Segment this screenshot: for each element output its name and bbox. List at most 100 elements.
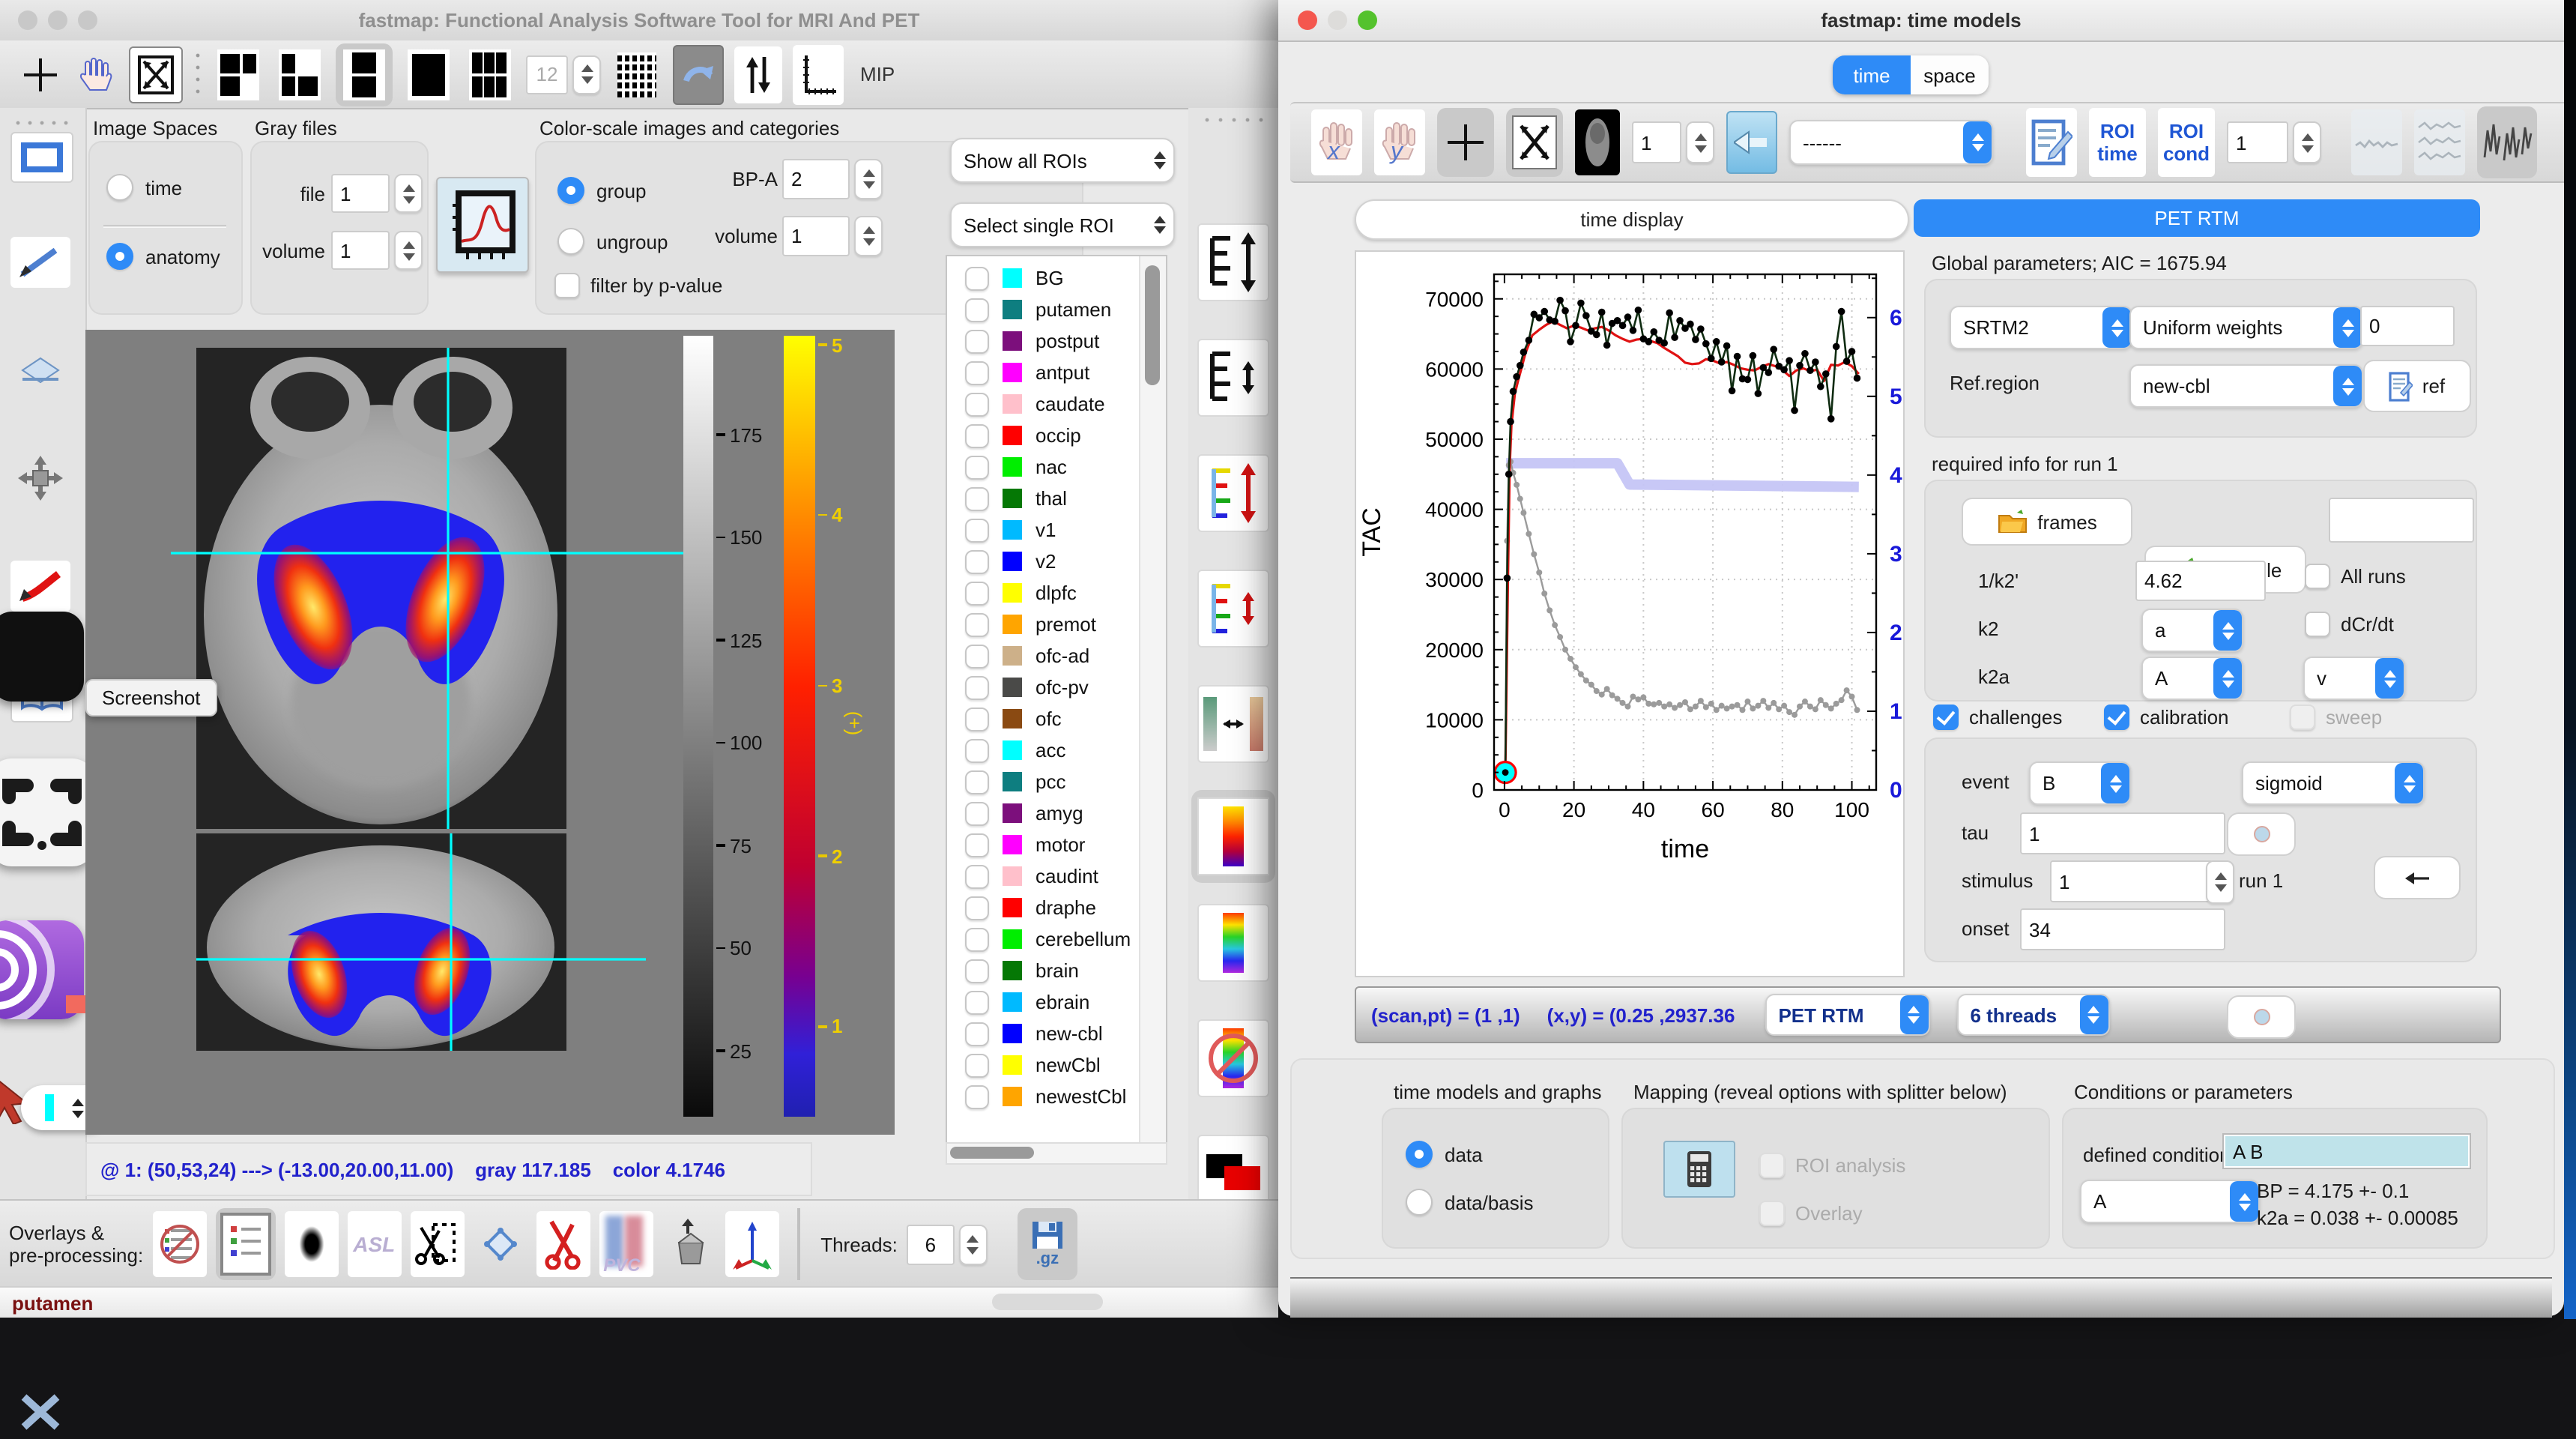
cut-roi-button[interactable] [536,1211,590,1277]
hand-x-tool-button[interactable]: x [1311,109,1362,175]
overlay-checkbox[interactable] [1759,1201,1785,1226]
edit-notes-button[interactable] [2026,108,2077,177]
roi-list-item[interactable]: brain [947,955,1139,986]
hot-colormap-button-selected[interactable] [1191,790,1275,883]
run-spinner[interactable]: 1 [2227,121,2321,163]
v-select[interactable]: v [2303,657,2405,700]
scan-spinner[interactable]: 1 [1632,121,1714,163]
polygon-roi-button[interactable] [473,1211,527,1277]
crosshair-tool-button[interactable] [18,49,63,100]
montage-grid-button[interactable] [611,44,662,104]
roi-list-item[interactable]: new-cbl [947,1018,1139,1049]
image-display-panel[interactable]: 175150125100755025 54321 (+) [85,330,895,1135]
axes-plot-button[interactable] [793,44,844,104]
stimulus-field[interactable]: 1 [2050,860,2213,902]
scan-stepper[interactable] [1686,121,1714,163]
tac-chart[interactable]: 0204060801000100002000030000400005000060… [1356,252,1903,976]
roi-visibility-checkbox[interactable] [965,801,989,825]
time-models-titlebar[interactable]: fastmap: time models [1278,0,2564,42]
delete-roi-button[interactable] [10,1385,70,1439]
grayscale-colorbar[interactable] [683,336,713,1117]
stimulus-stepper[interactable] [2206,860,2234,904]
paintbrush-tool-button[interactable] [10,237,70,288]
roi-list-item[interactable]: newestCbl [947,1081,1139,1112]
roi-list-item[interactable]: BG [947,262,1139,294]
crosshair-tool-button[interactable] [1437,108,1494,177]
tau-field[interactable]: 1 [2020,812,2225,854]
roi-visibility-checkbox[interactable] [965,770,989,794]
time-display-tab[interactable]: time display [1355,199,1909,240]
roi-list-item[interactable]: ofc-pv [947,672,1139,703]
roi-visibility-checkbox[interactable] [965,738,989,762]
color-range-small-button[interactable] [1199,571,1268,646]
brain-slices-canvas[interactable] [85,330,895,1135]
tab-space[interactable]: space [1911,55,1989,94]
swap-colorbars-button[interactable] [1199,687,1268,761]
roi-visibility-checkbox[interactable] [965,959,989,983]
layers-tool-button[interactable] [10,345,70,396]
roi-cond-button[interactable]: ROI cond [2158,108,2215,177]
roi-visibility-checkbox[interactable] [965,864,989,888]
roi-list-item[interactable]: v2 [947,546,1139,577]
smoothing-button[interactable] [284,1211,338,1277]
anatomy-space-radio[interactable] [106,243,133,270]
color-range-full-button[interactable] [1199,456,1268,531]
threads-value[interactable]: 6 [907,1224,955,1264]
overlay-list-button[interactable] [215,1208,275,1280]
volume-stepper[interactable] [394,231,423,270]
compute-map-button[interactable] [1663,1141,1735,1198]
main-window-titlebar[interactable]: fastmap: Functional Analysis Software To… [0,0,1278,42]
fit-view-button[interactable] [1506,108,1563,177]
threads-select[interactable]: 6 threads [1956,994,2109,1036]
roi-list-item[interactable]: putamen [947,294,1139,325]
data-basis-radio[interactable] [1406,1189,1433,1216]
roi-visibility-checkbox[interactable] [965,612,989,636]
pan-hand-tool-button[interactable] [73,49,118,100]
pvc-button[interactable]: PVC [599,1211,653,1277]
roi-visibility-checkbox[interactable] [965,644,989,668]
roi-visibility-checkbox[interactable] [965,927,989,951]
tab-time[interactable]: time [1833,55,1911,94]
show-all-rois-select[interactable]: Show all ROIs [950,138,1175,183]
plot-style-flat-button[interactable] [2351,109,2402,175]
model-preset-select[interactable]: ------ [1789,120,1993,165]
slice-stepper[interactable] [67,1085,88,1130]
group-radio[interactable] [557,177,584,204]
model-type-select[interactable]: SRTM2 [1950,306,2132,349]
cs-volume-value[interactable]: 1 [782,216,850,256]
layout-single-pane-button[interactable] [403,44,454,104]
hot-colorbar[interactable] [784,336,815,1117]
crop-cut-button[interactable] [410,1211,464,1277]
roi-visibility-checkbox[interactable] [965,990,989,1014]
k2prime-field[interactable]: 4.62 [2135,561,2266,601]
dock-black-app-icon[interactable] [0,612,84,702]
roi-visibility-checkbox[interactable] [965,423,989,447]
hand-y-tool-button[interactable]: y [1374,109,1425,175]
glm-filename-field[interactable] [2329,498,2474,543]
move-tool-button[interactable] [10,453,70,504]
axial-slice-image[interactable] [196,348,566,829]
roi-visibility-checkbox[interactable] [965,392,989,416]
ref-button[interactable]: ref [2363,360,2471,412]
roi-list-item[interactable]: draphe [947,892,1139,923]
ref-region-select[interactable]: new-cbl [2129,364,2363,408]
histogram-button[interactable] [436,177,529,273]
dcrdt-checkbox[interactable] [2305,612,2330,637]
roi-visibility-checkbox[interactable] [965,1084,989,1108]
roi-visibility-checkbox[interactable] [965,329,989,353]
threads-stepper[interactable] [959,1224,988,1264]
disable-overlays-button[interactable] [152,1211,206,1277]
roi-visibility-checkbox[interactable] [965,518,989,542]
scale-range-small-button[interactable] [1199,340,1268,415]
tau-fix-button[interactable] [2227,812,2296,856]
fit-view-tool-button[interactable] [129,46,183,103]
event-select[interactable]: B [2029,761,2131,805]
roi-time-button[interactable]: ROI time [2089,108,2146,177]
select-single-roi-select[interactable]: Select single ROI [950,202,1175,247]
filter-pvalue-checkbox[interactable] [554,273,580,298]
weights-param-field[interactable]: 0 [2360,306,2455,346]
roi-list-item[interactable]: motor [947,829,1139,860]
roi-visibility-checkbox[interactable] [965,455,989,479]
vscrollbar-thumb[interactable] [1145,265,1160,385]
file-value[interactable]: 1 [331,174,390,213]
